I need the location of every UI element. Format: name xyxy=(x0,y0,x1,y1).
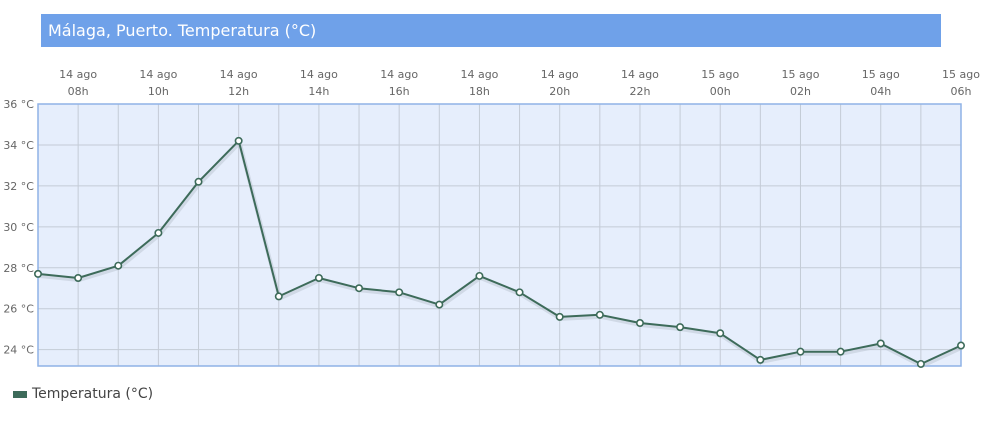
y-tick-label: 26 °C xyxy=(3,303,34,316)
data-point xyxy=(956,341,965,350)
x-tick-label-date: 14 ago xyxy=(380,68,418,81)
data-point xyxy=(355,284,364,293)
x-tick-label-date: 14 ago xyxy=(139,68,177,81)
data-point xyxy=(836,347,845,356)
data-point xyxy=(756,355,765,364)
y-tick-label: 30 °C xyxy=(3,221,34,234)
plot-area xyxy=(38,104,961,366)
temperature-chart: 24 °C 26 °C 28 °C 30 °C 32 °C 34 °C 36 °C 14 ag… xyxy=(3,68,980,368)
x-tick-label-hour: 12h xyxy=(228,85,249,98)
data-point xyxy=(515,288,524,297)
data-point xyxy=(154,228,163,237)
data-point xyxy=(555,312,564,321)
x-tick-label-hour: 14h xyxy=(308,85,329,98)
data-point xyxy=(314,273,323,282)
y-tick-label: 24 °C xyxy=(3,344,34,357)
x-tick-label-date: 14 ago xyxy=(300,68,338,81)
legend-label: Temperatura (°C) xyxy=(32,386,154,402)
x-tick-label-hour: 06h xyxy=(951,85,972,98)
x-tick-label-hour: 10h xyxy=(148,85,169,98)
x-tick-label-date: 15 ago xyxy=(701,68,739,81)
x-tick-label-date: 14 ago xyxy=(541,68,579,81)
data-point xyxy=(435,300,444,309)
y-tick-label: 28 °C xyxy=(3,262,34,275)
x-tick-label-date: 15 ago xyxy=(942,68,980,81)
x-tick-label-hour: 20h xyxy=(549,85,570,98)
x-tick-label-date: 14 ago xyxy=(621,68,659,81)
y-tick-label: 32 °C xyxy=(3,180,34,193)
data-point xyxy=(716,329,725,338)
x-tick-label-hour: 04h xyxy=(870,85,891,98)
data-point xyxy=(274,292,283,301)
x-tick-label-hour: 08h xyxy=(68,85,89,98)
data-point xyxy=(676,323,685,332)
x-tick-label-hour: 00h xyxy=(710,85,731,98)
x-tick-label-date: 14 ago xyxy=(220,68,258,81)
x-tick-label-date: 14 ago xyxy=(59,68,97,81)
data-point xyxy=(33,269,42,278)
data-point xyxy=(194,177,203,186)
x-tick-label-date: 15 ago xyxy=(862,68,900,81)
data-point xyxy=(796,347,805,356)
x-tick-label-hour: 18h xyxy=(469,85,490,98)
data-point xyxy=(74,273,83,282)
legend-swatch xyxy=(13,390,27,398)
data-point xyxy=(395,288,404,297)
x-tick-label-date: 15 ago xyxy=(782,68,820,81)
y-tick-label: 34 °C xyxy=(3,139,34,152)
data-point xyxy=(114,261,123,270)
legend[interactable]: Temperatura (°C) xyxy=(13,386,153,402)
data-point xyxy=(475,271,484,280)
x-tick-label-hour: 22h xyxy=(629,85,650,98)
y-tick-label: 36 °C xyxy=(3,98,34,111)
x-tick-label-hour: 02h xyxy=(790,85,811,98)
data-point xyxy=(916,359,925,368)
x-tick-label-hour: 16h xyxy=(389,85,410,98)
data-point xyxy=(234,136,243,145)
data-point xyxy=(595,310,604,319)
data-point xyxy=(635,319,644,328)
x-tick-label-date: 14 ago xyxy=(460,68,498,81)
data-point xyxy=(876,339,885,348)
